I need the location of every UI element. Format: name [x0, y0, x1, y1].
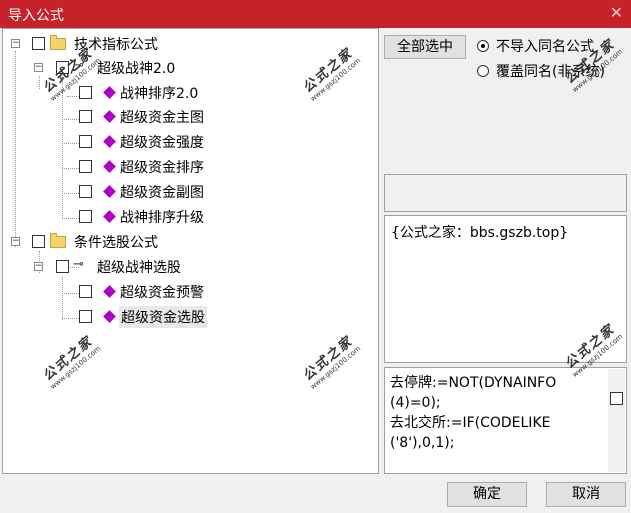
checkbox[interactable] — [79, 185, 92, 198]
tree-node-condition-stock-selection[interactable]: − 条件选股公式 — [3, 231, 253, 253]
checkbox[interactable] — [79, 135, 92, 148]
collapse-icon[interactable]: − — [34, 262, 43, 271]
tree-node-item[interactable]: 超级资金主图 — [3, 106, 253, 128]
info-box — [384, 174, 627, 212]
checkbox[interactable] — [79, 310, 92, 323]
key-icon: ⊸ — [73, 257, 84, 272]
scrollbar[interactable] — [608, 369, 625, 472]
overwrite-radio[interactable] — [477, 65, 489, 77]
tree-node-label: 超级资金副图 — [120, 185, 204, 201]
tree-node-item[interactable]: 战神排序升级 — [3, 206, 253, 228]
watermark: 公式之家 www.gszj100.com — [300, 333, 363, 392]
cancel-button[interactable]: 取消 — [546, 482, 626, 507]
tree-node-super-god-selection[interactable]: − ⊸ 超级战神选股 — [3, 256, 253, 278]
tree-node-label: 超级资金排序 — [120, 160, 204, 176]
checkbox[interactable] — [56, 260, 69, 273]
formula-icon — [103, 210, 116, 223]
code-text: 去停牌:=NOT(DYNAINFO (4)=0); 去北交所:=IF(CODEL… — [390, 375, 557, 451]
formula-icon — [103, 86, 116, 99]
folder-icon — [50, 233, 66, 248]
scrollbar-box[interactable] — [610, 392, 623, 405]
tree-node-label: 超级战神选股 — [97, 260, 181, 276]
tree-node-label: 超级资金强度 — [120, 135, 204, 151]
tree-node-label: 超级资金预警 — [120, 285, 204, 301]
checkbox[interactable] — [79, 160, 92, 173]
formula-icon — [103, 285, 116, 298]
tree-node-item-selected[interactable]: 超级资金选股 — [3, 306, 253, 328]
tree-node-label: 战神排序升级 — [120, 210, 204, 226]
tree-node-label: 超级资金选股 — [119, 306, 207, 328]
checkbox[interactable] — [32, 235, 45, 248]
tree-node-label: 超级战神2.0 — [97, 61, 176, 77]
tree-node-item[interactable]: 超级资金预警 — [3, 281, 253, 303]
formula-icon — [103, 110, 116, 123]
ok-button[interactable]: 确定 — [447, 482, 527, 507]
checkbox[interactable] — [32, 37, 45, 50]
checkbox[interactable] — [79, 86, 92, 99]
tree-node-item[interactable]: 超级资金排序 — [3, 156, 253, 178]
description-text: {公式之家：bbs.gszb.top} — [391, 225, 569, 241]
tree-node-item[interactable]: 超级资金强度 — [3, 131, 253, 153]
code-panel[interactable]: 去停牌:=NOT(DYNAINFO (4)=0); 去北交所:=IF(CODEL… — [384, 367, 627, 474]
tree-node-label: 超级资金主图 — [120, 110, 204, 126]
collapse-icon[interactable]: − — [34, 63, 43, 72]
collapse-icon[interactable]: − — [11, 237, 20, 246]
watermark: 公式之家 www.gszj100.com — [300, 45, 363, 104]
tree-node-super-god[interactable]: − ⊸ 超级战神2.0 — [3, 57, 253, 79]
tree-node-label: 战神排序2.0 — [120, 86, 199, 102]
formula-icon — [103, 135, 116, 148]
skip-duplicates-label[interactable]: 不导入同名公式 — [496, 36, 594, 56]
title-bar: 导入公式 ✕ — [0, 0, 631, 28]
window-title: 导入公式 — [8, 8, 64, 24]
formula-icon — [103, 160, 116, 173]
checkbox[interactable] — [79, 210, 92, 223]
select-all-button[interactable]: 全部选中 — [384, 35, 466, 59]
tree-node-item[interactable]: 超级资金副图 — [3, 181, 253, 203]
skip-duplicates-radio[interactable] — [477, 40, 489, 52]
tree-node-technical-indicators[interactable]: − 技术指标公式 — [3, 33, 253, 55]
watermark: 公式之家 www.gszj100.com — [40, 333, 103, 392]
checkbox[interactable] — [79, 110, 92, 123]
formula-icon — [103, 310, 116, 323]
folder-icon — [50, 35, 66, 50]
tree-node-label: 条件选股公式 — [74, 235, 158, 251]
formula-tree[interactable]: − 技术指标公式 − ⊸ 超级战神2.0 战神排序2.0 超级资金主图 超级资金… — [2, 28, 379, 474]
close-icon[interactable]: ✕ — [610, 3, 623, 22]
checkbox[interactable] — [79, 285, 92, 298]
formula-icon — [103, 185, 116, 198]
collapse-icon[interactable]: − — [11, 39, 20, 48]
